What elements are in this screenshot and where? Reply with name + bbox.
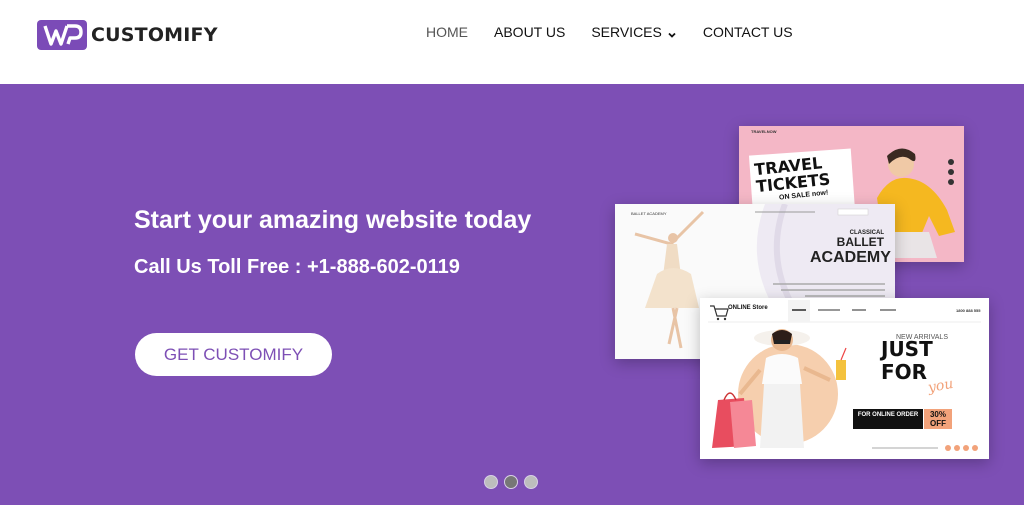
site-header: CUSTOMIFY HOME ABOUT US SERVICES CONTACT… [0, 0, 1024, 84]
nav-services-label: SERVICES [591, 24, 662, 40]
travel-brand: TRAVELNOW [751, 129, 777, 134]
brand-name: CUSTOMIFY [91, 24, 218, 46]
ballet-headline-l3: ACADEMY [810, 249, 891, 266]
shop-online-badge: FOR ONLINE ORDER [853, 409, 923, 429]
shop-discount-badge: 30% OFF [924, 409, 952, 429]
shop-headline-l2: FOR [881, 360, 928, 384]
get-customify-button[interactable]: GET CUSTOMIFY [135, 333, 332, 376]
nav-services[interactable]: SERVICES [591, 24, 677, 40]
hero-banner: Start your amazing website today Call Us… [0, 84, 1024, 505]
chevron-down-icon [667, 27, 677, 38]
nav-contact-us[interactable]: CONTACT US [703, 24, 793, 40]
shop-brand: ONLINE Store [728, 305, 768, 311]
carousel-dots [484, 475, 544, 489]
carousel-dot-1[interactable] [484, 475, 498, 489]
main-nav: HOME ABOUT US SERVICES CONTACT US [426, 24, 819, 40]
shop-headline: JUST FOR [881, 338, 933, 384]
nav-about-us[interactable]: ABOUT US [494, 24, 565, 40]
hero-title: Start your amazing website today [134, 206, 532, 234]
nav-home[interactable]: HOME [426, 24, 468, 40]
shop-phone: 1800 888 555 [956, 308, 981, 313]
ballet-headline-l2: BALLET [836, 235, 884, 249]
ballet-brand: BALLET ACADEMY [631, 211, 667, 216]
shop-headline-l1: JUST [881, 337, 933, 361]
brand-logo[interactable]: CUSTOMIFY [37, 19, 218, 51]
hero-phone: Call Us Toll Free : +1-888-602-0119 [134, 256, 460, 278]
carousel-dot-2[interactable] [504, 475, 518, 489]
shop-template-preview: ONLINE Store 1800 888 555 NEW ARRIVALS J… [700, 298, 989, 459]
wp-logo-icon [37, 20, 87, 50]
nav-home-label: HOME [426, 24, 468, 40]
carousel-dot-3[interactable] [524, 475, 538, 489]
nav-about-us-label: ABOUT US [494, 24, 566, 40]
nav-contact-us-label: CONTACT US [702, 24, 793, 40]
ballet-headline: CLASSICAL BALLET ACADEMY [810, 230, 891, 266]
